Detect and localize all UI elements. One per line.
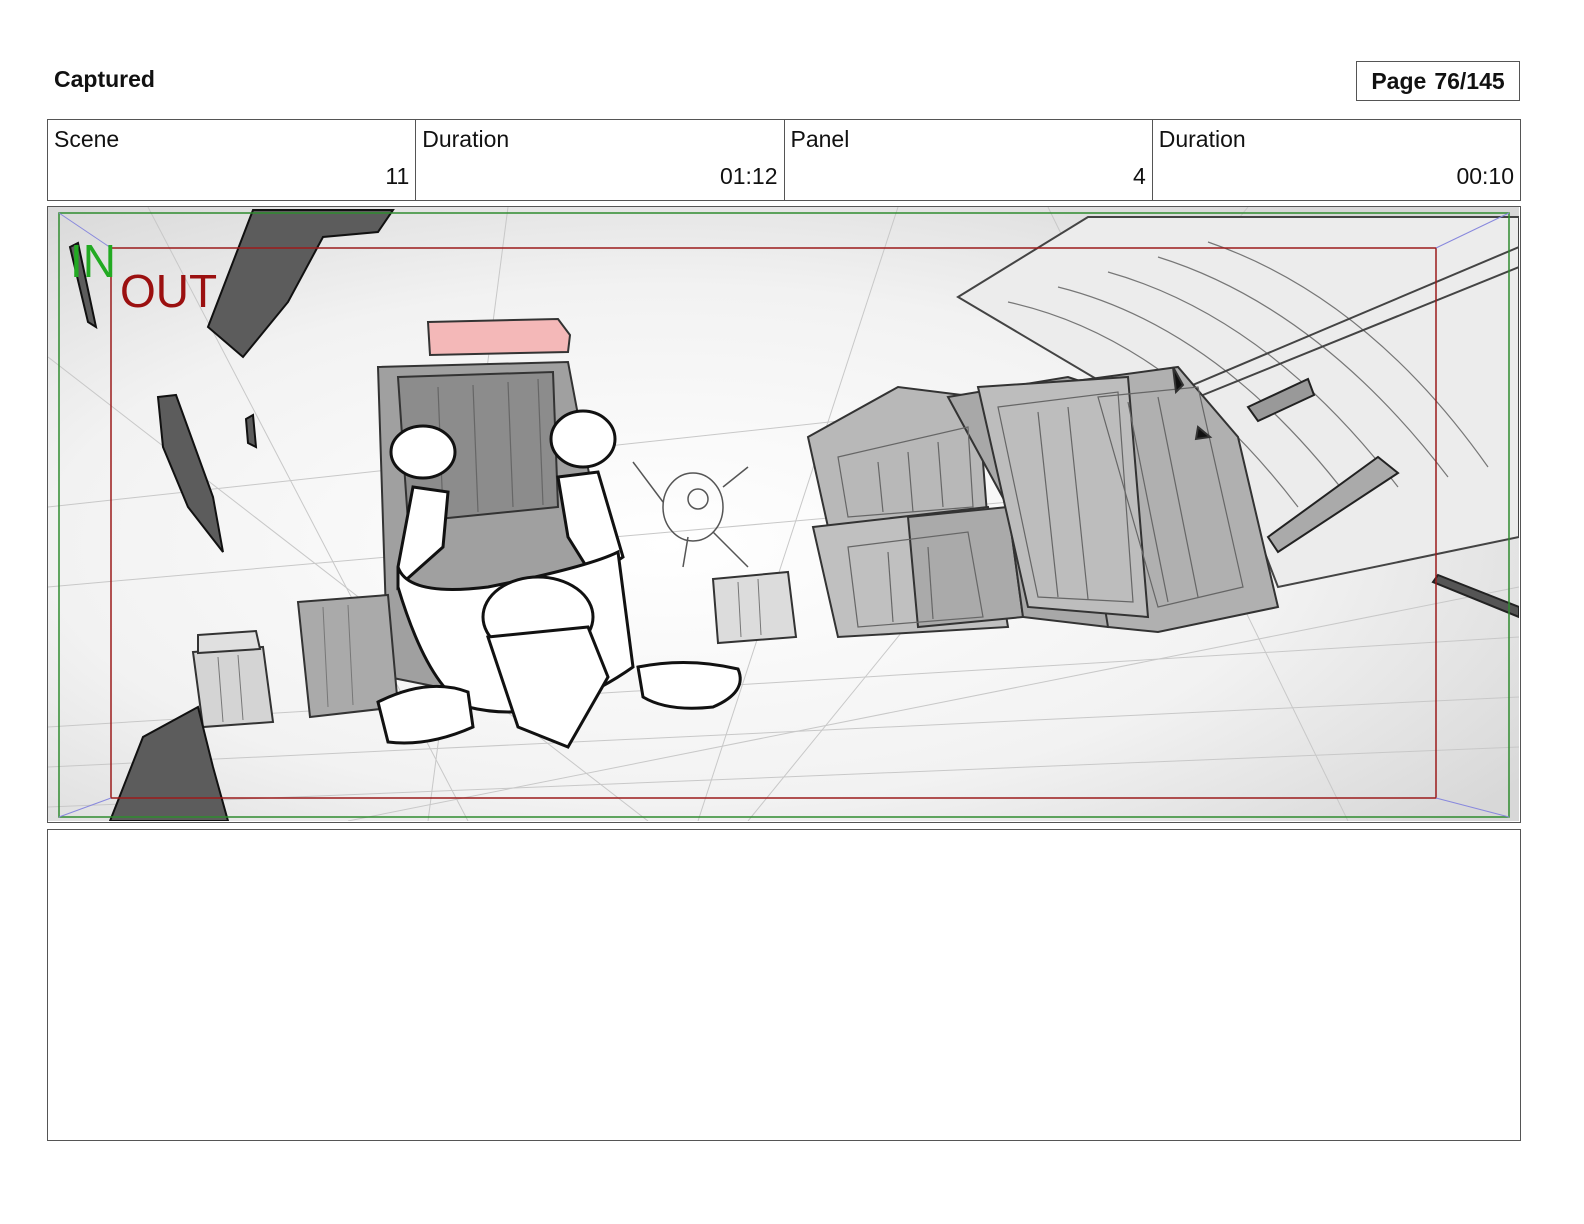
in-label: IN (70, 235, 116, 287)
panel-value: 4 (1132, 163, 1146, 189)
scene-cell: Scene 11 (48, 120, 417, 200)
scene-duration-label: Duration (422, 126, 510, 152)
panel-duration-label: Duration (1158, 126, 1246, 152)
panel-duration-value: 00:10 (1456, 163, 1514, 189)
crate-stack-right (806, 365, 1280, 639)
scene-duration-cell: Duration 01:12 (416, 120, 785, 200)
storyboard-panel: IN OUT (47, 206, 1521, 823)
page-indicator: Page 76/145 (1356, 61, 1520, 101)
panel-cell: Panel 4 (785, 120, 1153, 200)
panel-label: Panel (790, 126, 850, 152)
scene-duration-value: 01:12 (719, 163, 778, 189)
panel-sketch: IN OUT (48, 207, 1519, 821)
storyboard-title: Captured (54, 66, 155, 92)
panel-duration-cell: Duration 00:10 (1153, 120, 1520, 200)
page-number: 76/145 (1434, 67, 1505, 94)
page-label: Page (1371, 67, 1427, 94)
out-label: OUT (120, 265, 217, 317)
panel-notes-box (47, 829, 1521, 1141)
scene-info-table: Scene 11 Duration 01:12 Panel 4 Duration… (47, 119, 1521, 201)
scene-value: 11 (385, 163, 410, 189)
scene-label: Scene (54, 126, 120, 152)
